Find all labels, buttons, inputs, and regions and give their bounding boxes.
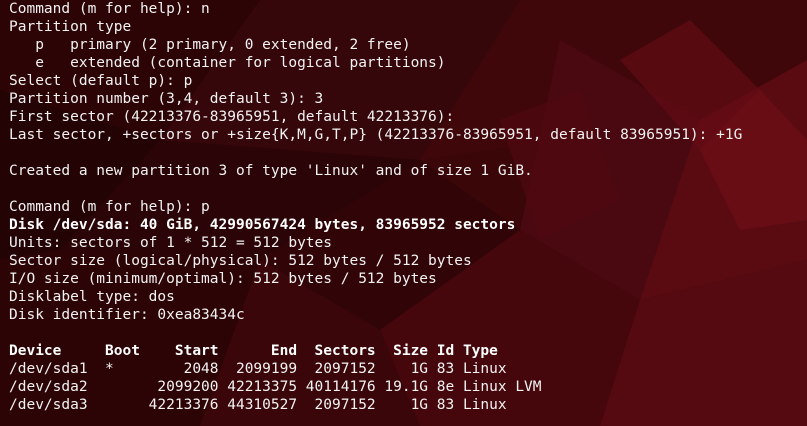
- terminal-output: Command (m for help): n Partition type p…: [9, 0, 804, 426]
- partition-table-header: Device Boot Start End Sectors Size Id Ty…: [9, 343, 498, 359]
- terminal-line: Disklabel type: dos: [9, 289, 175, 305]
- terminal-line: Created a new partition 3 of type 'Linux…: [9, 163, 533, 179]
- terminal-line: Last sector, +sectors or +size{K,M,G,T,P…: [9, 127, 743, 143]
- terminal-line: Command (m for help): n: [9, 1, 210, 17]
- terminal-line: Partition number (3,4, default 3): 3: [9, 91, 324, 107]
- partition-table-row: /dev/sda1 * 2048 2099199 2097152 1G 83 L…: [9, 361, 507, 377]
- partition-table-row: /dev/sda3 42213376 44310527 2097152 1G 8…: [9, 397, 507, 413]
- terminal-line: I/O size (minimum/optimal): 512 bytes / …: [9, 271, 437, 287]
- terminal-line: Command (m for help): p: [9, 199, 210, 215]
- terminal-line: First sector (42213376-83965951, default…: [9, 109, 455, 125]
- terminal-line: p primary (2 primary, 0 extended, 2 free…: [9, 37, 411, 53]
- terminal-line: Disk identifier: 0xea83434c: [9, 307, 245, 323]
- partition-table-row: /dev/sda2 2099200 42213375 40114176 19.1…: [9, 379, 542, 395]
- terminal-line: Select (default p): p: [9, 73, 193, 89]
- terminal-line: Units: sectors of 1 * 512 = 512 bytes: [9, 235, 333, 251]
- terminal-line: e extended (container for logical partit…: [9, 55, 446, 71]
- terminal-line: Sector size (logical/physical): 512 byte…: [9, 253, 472, 269]
- terminal-line: Partition type: [9, 19, 132, 35]
- disk-summary-line: Disk /dev/sda: 40 GiB, 42990567424 bytes…: [9, 217, 516, 233]
